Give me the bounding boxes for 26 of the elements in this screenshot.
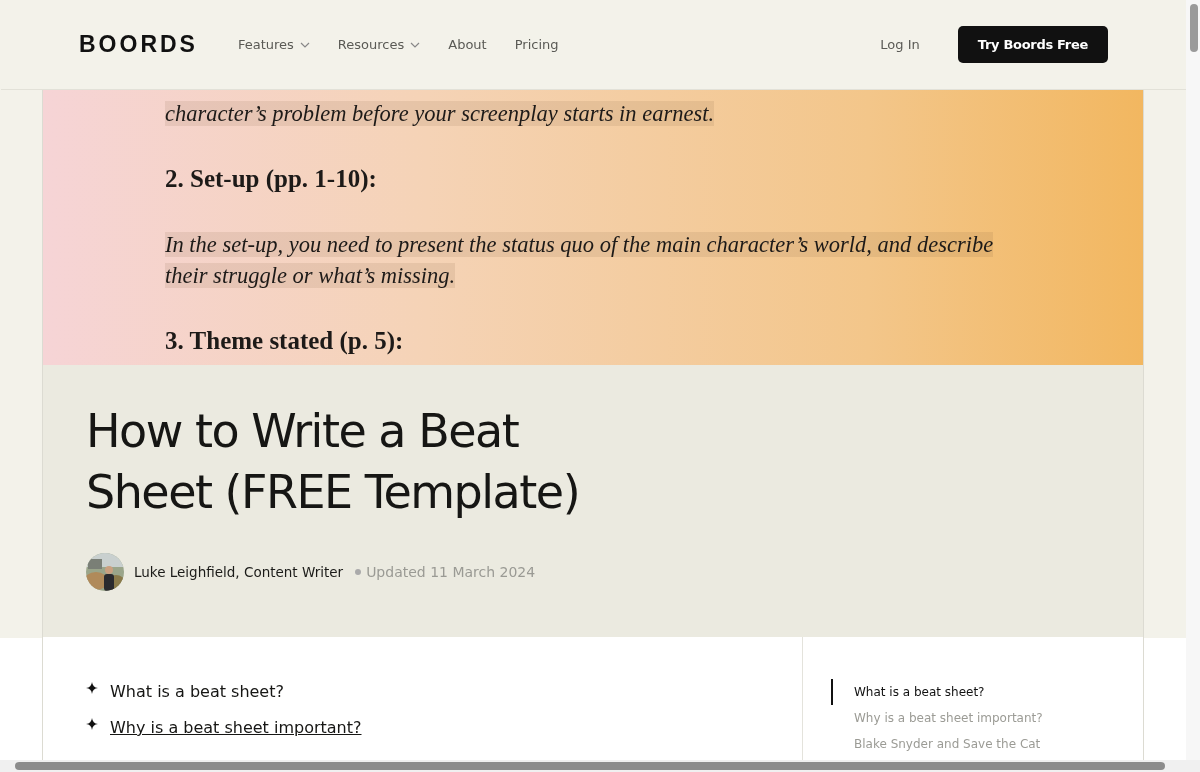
sparkle-icon: [86, 681, 98, 694]
chevron-down-icon: [410, 41, 421, 48]
logo[interactable]: BOORDS: [79, 31, 198, 58]
nav-link[interactable]: Features: [237, 37, 310, 52]
document-heading: 2. Set-up (pp. 1-10):: [165, 165, 378, 193]
document-heading: 3. Theme stated (p. 5):: [165, 327, 405, 355]
quote-text: In the set-up, you need to present the status quo of the main character’s world, and describe their struggle or what’s missing.: [165, 231, 995, 290]
scrollbar-thumb[interactable]: [1190, 4, 1198, 52]
nav-link[interactable]: Pricing: [514, 37, 559, 52]
sparkle-icon: [86, 717, 98, 730]
chevron-down-icon: [299, 41, 310, 48]
contents-link[interactable]: Why is a beat sheet important?: [110, 718, 362, 737]
updated-date: Updated 11 March 2024: [366, 564, 536, 580]
nav-link[interactable]: Resources: [337, 37, 421, 52]
nav-link[interactable]: About: [448, 37, 487, 52]
contents-link[interactable]: What is a beat sheet?: [110, 682, 284, 701]
vertical-scrollbar[interactable]: [1186, 0, 1200, 760]
author-name: Luke Leighfield, Content Writer: [134, 564, 344, 580]
try-free-button[interactable]: Try Boords Free: [957, 26, 1108, 63]
login-link[interactable]: Log In: [874, 36, 926, 53]
horizontal-scrollbar[interactable]: [0, 760, 1200, 772]
scrollbar-thumb[interactable]: [15, 762, 1165, 770]
quote-text: character’s problem before your screenplay starts in earnest.: [165, 100, 716, 128]
toc-link[interactable]: What is a beat sheet?: [831, 679, 985, 705]
article-title: How to Write a Beat Sheet (FREE Template): [86, 403, 581, 521]
separator-dot: [355, 569, 362, 575]
